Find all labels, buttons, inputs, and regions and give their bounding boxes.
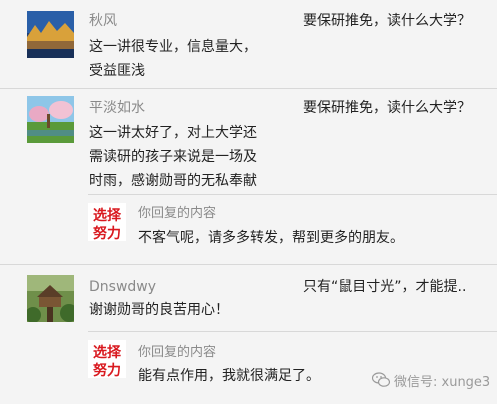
- logo-text-bottom: 努力: [93, 225, 121, 241]
- article-title[interactable]: 要保研推免，读什么大学？: [303, 99, 471, 117]
- avatar[interactable]: [27, 275, 74, 322]
- reply-divider: [88, 331, 497, 332]
- avatar[interactable]: [27, 11, 74, 58]
- comment-item: 秋风 要保研推免，读什么大学？ 这一讲很专业，信息量大， 受益匪浅: [0, 0, 497, 89]
- choose-effort-logo-icon: 选择 努力: [88, 340, 126, 378]
- commenter-name[interactable]: 平淡如水: [89, 99, 145, 117]
- article-title[interactable]: 只有“鼠目寸光”，才能提..: [303, 278, 466, 296]
- comment-line: 这一讲太好了，对上大学还: [89, 125, 257, 141]
- comment-line: 这一讲很专业，信息量大，: [89, 39, 257, 55]
- logo-text-top: 选择: [93, 344, 122, 361]
- comment-text: 这一讲太好了，对上大学还 需读研的孩子来说是一场及 时雨，感谢勋哥的无私奉献: [89, 121, 279, 193]
- replier-avatar: 选择 努力: [88, 203, 126, 241]
- wechat-icon: [372, 372, 390, 387]
- reply-label: 你回复的内容: [138, 206, 217, 221]
- commenter-name[interactable]: 秋风: [89, 12, 117, 30]
- comment-line: 谢谢勋哥的良苦用心！: [89, 302, 229, 318]
- comment-line: 受益匪浅: [89, 63, 145, 79]
- comment-text: 这一讲很专业，信息量大， 受益匪浅: [89, 35, 279, 83]
- comment-line: 需读研的孩子来说是一场及: [89, 149, 257, 165]
- logo-text-top: 选择: [93, 207, 122, 224]
- reply-label: 你回复的内容: [138, 345, 217, 360]
- logo-text-bottom: 努力: [93, 362, 121, 378]
- comment-line: 时雨，感谢勋哥的无私奉献: [89, 173, 257, 189]
- commenter-name[interactable]: Dnswdwy: [89, 278, 156, 296]
- avatar[interactable]: [27, 96, 74, 143]
- replier-avatar: 选择 努力: [88, 340, 126, 378]
- reply-text: 能有点作用，我就很满足了。: [138, 368, 320, 384]
- watermark-text: 微信号: xunge3: [394, 374, 491, 390]
- choose-effort-logo-icon: 选择 努力: [88, 203, 126, 241]
- landscape-photo-icon: [27, 96, 74, 143]
- reply-text: 不客气呢，请多多转发，帮到更多的朋友。: [138, 230, 404, 246]
- comment-text: 谢谢勋哥的良苦用心！: [89, 298, 289, 322]
- watermark: 微信号: xunge3: [372, 370, 490, 390]
- comment-item: 平淡如水 要保研推免，读什么大学？ 这一讲太好了，对上大学还 需读研的孩子来说是…: [0, 89, 497, 265]
- reply-divider: [88, 194, 497, 195]
- treehouse-photo-icon: [27, 275, 74, 322]
- landscape-photo-icon: [27, 11, 74, 58]
- article-title[interactable]: 要保研推免，读什么大学？: [303, 12, 471, 30]
